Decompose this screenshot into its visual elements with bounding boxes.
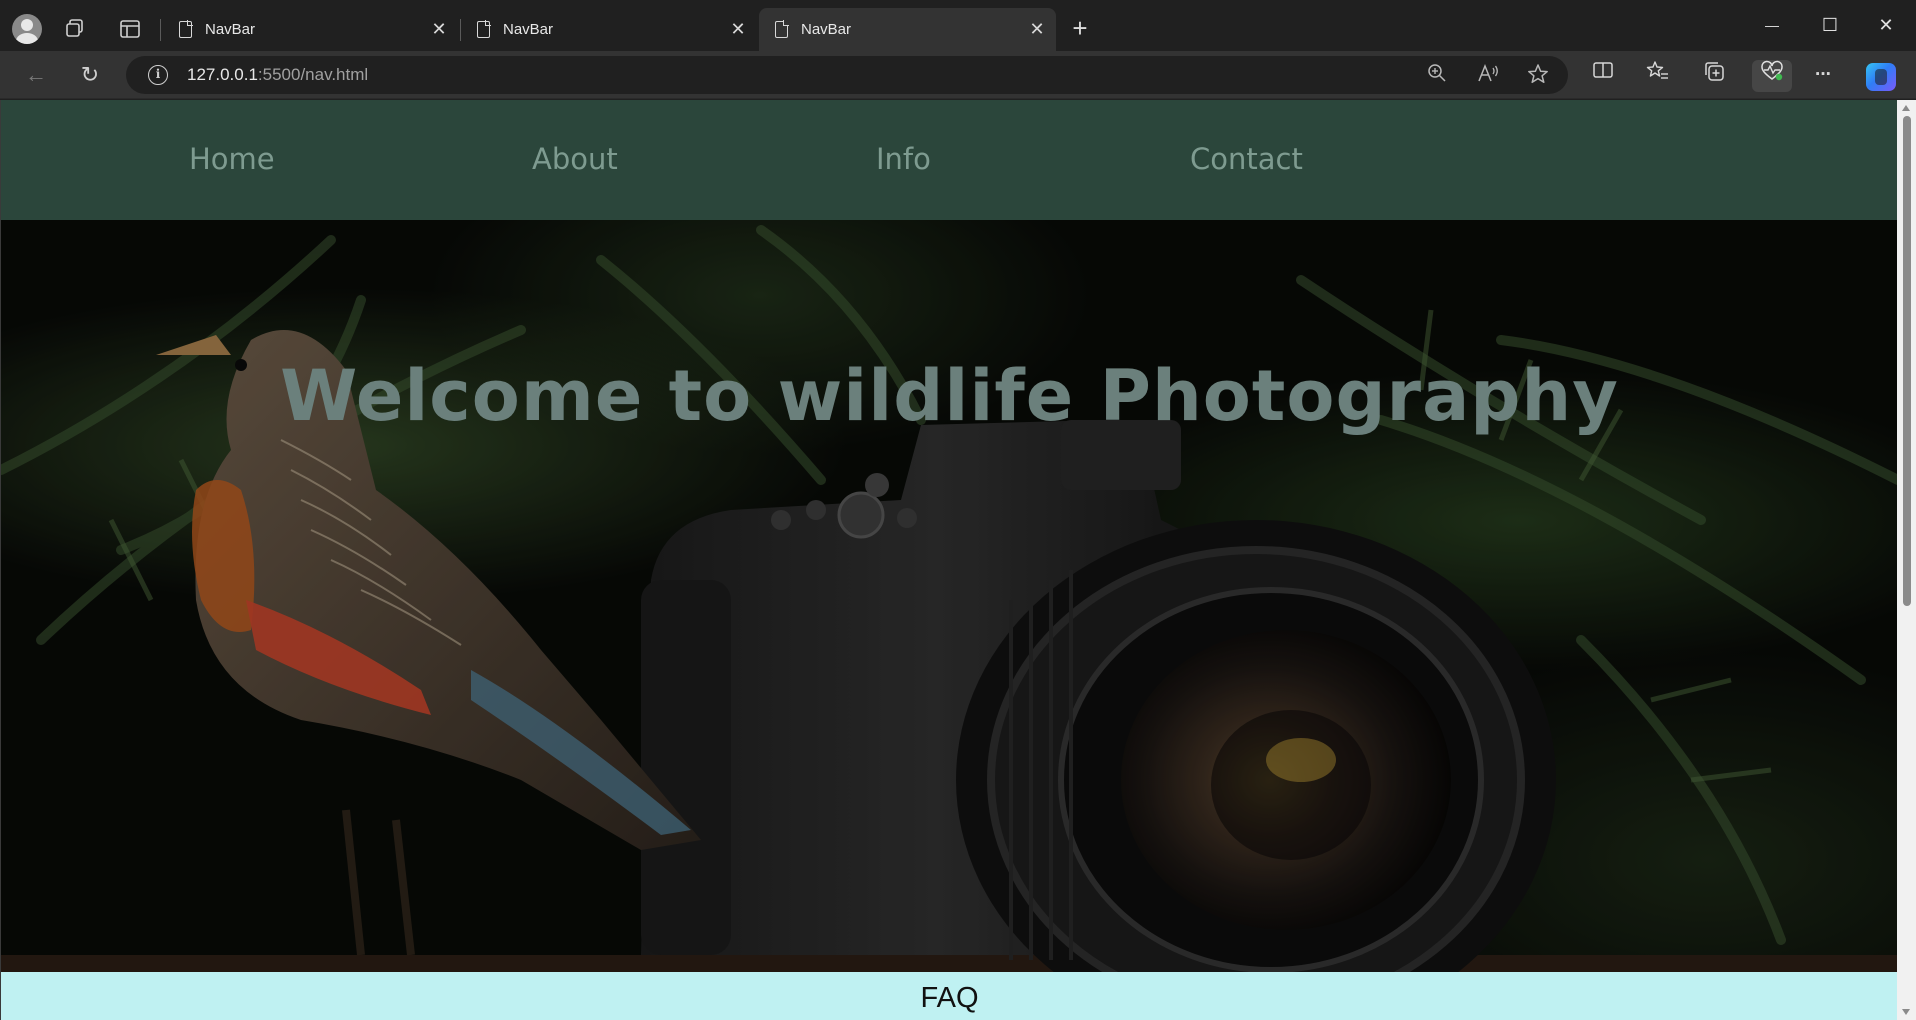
scroll-up-arrow-icon[interactable]: [1902, 105, 1910, 111]
refresh-icon[interactable]: ↻: [75, 61, 105, 91]
tab-title: NavBar: [205, 21, 256, 38]
nav-link-home[interactable]: Home: [189, 142, 275, 176]
copilot-icon[interactable]: [1866, 63, 1896, 91]
hero-title: Welcome to wildlife Photography: [280, 355, 1619, 437]
vertical-tabs-icon[interactable]: [117, 16, 143, 42]
page-viewport: Home About Info Contact Welcome to wildl…: [0, 100, 1897, 1020]
page-icon: [775, 20, 789, 38]
workspaces-icon[interactable]: [62, 16, 88, 42]
maximize-button[interactable]: ☐: [1810, 12, 1850, 40]
tab-strip: NavBar ✕ NavBar ✕ NavBar ✕ + — ☐ ✕: [0, 0, 1916, 51]
browser-tab-active[interactable]: NavBar ✕: [759, 8, 1056, 51]
close-icon[interactable]: ✕: [1026, 19, 1048, 40]
heart-pulse-icon[interactable]: [1752, 60, 1792, 92]
page-scrollbar[interactable]: [1897, 100, 1916, 1020]
browser-tab[interactable]: NavBar ✕: [461, 8, 757, 51]
faq-bar[interactable]: FAQ: [1, 972, 1897, 1020]
scrollbar-thumb[interactable]: [1903, 116, 1911, 606]
nav-link-info[interactable]: Info: [876, 142, 931, 176]
url-path: :5500/nav.html: [257, 65, 369, 84]
close-icon[interactable]: ✕: [428, 19, 450, 40]
hero-section: Welcome to wildlife Photography: [1, 220, 1897, 972]
favorites-icon[interactable]: [1642, 60, 1674, 92]
profile-avatar-icon[interactable]: [12, 14, 42, 44]
star-icon[interactable]: [1525, 63, 1551, 89]
hero-background-image: [1, 220, 1897, 972]
window-close-button[interactable]: ✕: [1866, 12, 1906, 40]
page-icon: [179, 20, 193, 38]
url-host: 127.0.0.1: [187, 65, 258, 84]
info-icon[interactable]: i: [148, 65, 168, 85]
nav-link-contact[interactable]: Contact: [1190, 142, 1303, 176]
zoom-icon[interactable]: [1424, 63, 1450, 89]
scroll-down-arrow-icon[interactable]: [1902, 1009, 1910, 1015]
new-tab-button[interactable]: +: [1065, 14, 1095, 44]
read-aloud-icon[interactable]: [1475, 63, 1501, 89]
close-icon[interactable]: ✕: [727, 19, 749, 40]
nav-link-about[interactable]: About: [532, 142, 618, 176]
page-icon: [477, 20, 491, 38]
tab-title: NavBar: [801, 21, 852, 38]
more-icon[interactable]: ···: [1807, 60, 1839, 92]
address-bar[interactable]: i 127.0.0.1:5500/nav.html: [126, 56, 1568, 94]
tab-title: NavBar: [503, 21, 554, 38]
split-screen-icon[interactable]: [1587, 60, 1619, 92]
collections-icon[interactable]: [1698, 60, 1730, 92]
site-navbar: Home About Info Contact: [1, 100, 1897, 220]
address-toolbar: ← ↻ i 127.0.0.1:5500/nav.html ···: [0, 51, 1916, 99]
url-text[interactable]: 127.0.0.1:5500/nav.html: [187, 65, 368, 85]
browser-tab[interactable]: NavBar ✕: [163, 8, 458, 51]
faq-label: FAQ: [920, 982, 979, 1014]
back-arrow-icon[interactable]: ←: [21, 61, 51, 91]
minimize-button[interactable]: —: [1752, 12, 1792, 40]
